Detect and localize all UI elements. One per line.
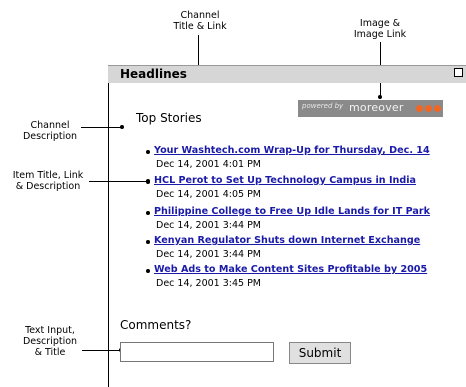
logo-dot-icon	[434, 105, 441, 112]
callout-item-line1: Item Title, Link	[12, 170, 84, 181]
bullet-icon	[146, 269, 150, 273]
leader-item	[89, 181, 149, 182]
callout-image-line2: Image Link	[353, 29, 407, 40]
leader-dot-image	[378, 95, 382, 99]
callout-text-input: Text Input, Description & Title	[20, 325, 80, 358]
bullet-icon	[146, 240, 150, 244]
callout-channel-title-line2: Title & Link	[173, 21, 227, 32]
callout-item: Item Title, Link & Description	[8, 170, 88, 192]
bullet-icon	[146, 180, 150, 184]
logo-dot-icon	[416, 105, 423, 112]
callout-item-line2: & Description	[15, 181, 81, 192]
channel-description: Top Stories	[136, 111, 202, 125]
callout-channel-title-line1: Channel	[180, 10, 220, 21]
item-date: Dec 14, 2001 3:44 PM	[156, 249, 262, 260]
callout-channel-description-line1: Channel	[30, 120, 70, 131]
callout-text-input-line3: & Title	[34, 347, 66, 358]
leader-channel-title	[198, 35, 199, 68]
callout-channel-description: Channel Description	[20, 120, 80, 142]
text-input-description: Comments?	[120, 318, 192, 332]
leader-dot-channel-description	[120, 125, 124, 129]
item-date: Dec 14, 2001 4:05 PM	[156, 189, 262, 200]
bullet-icon	[146, 211, 150, 215]
maximize-icon[interactable]	[454, 68, 463, 77]
item-title-link[interactable]: Your Washtech.com Wrap-Up for Thursday, …	[154, 145, 430, 157]
item-title-link[interactable]: Philippine College to Free Up Idle Lands…	[154, 206, 430, 218]
leader-channel-description	[81, 127, 122, 128]
powered-by-image-link[interactable]: powered by moreover	[298, 100, 443, 117]
moreover-logo: moreover	[349, 101, 404, 114]
powered-by-text: powered by	[302, 102, 344, 110]
callout-text-input-line2: Description	[22, 336, 78, 347]
logo-dot-icon	[425, 105, 432, 112]
leader-text-input	[82, 350, 122, 351]
callout-image-line1: Image &	[359, 18, 401, 29]
callout-channel-description-line2: Description	[22, 131, 78, 142]
submit-button[interactable]: Submit	[289, 342, 351, 364]
item-title-link[interactable]: HCL Perot to Set Up Technology Campus in…	[154, 175, 416, 187]
channel-title-link[interactable]: Headlines	[120, 67, 187, 81]
item-date: Dec 14, 2001 3:44 PM	[156, 220, 262, 231]
item-title-link[interactable]: Kenyan Regulator Shuts down Internet Exc…	[154, 235, 420, 247]
bullet-icon	[146, 150, 150, 154]
item-date: Dec 14, 2001 3:45 PM	[156, 278, 262, 289]
panel-left-border	[108, 65, 109, 387]
callout-text-input-line1: Text Input,	[25, 325, 75, 336]
item-title-link[interactable]: Web Ads to Make Content Sites Profitable…	[154, 264, 427, 276]
callout-image: Image & Image Link	[345, 18, 415, 40]
comments-input[interactable]	[120, 342, 274, 362]
item-date: Dec 14, 2001 4:01 PM	[156, 159, 262, 170]
callout-channel-title: Channel Title & Link	[160, 10, 240, 32]
